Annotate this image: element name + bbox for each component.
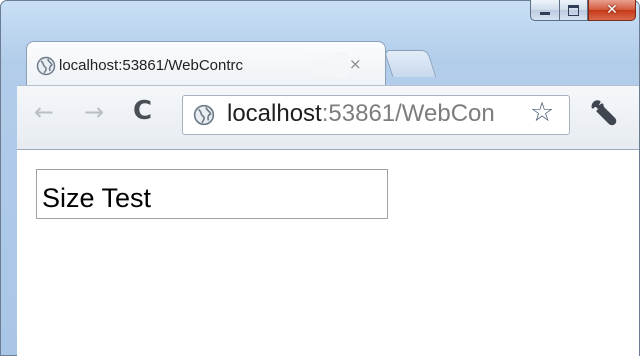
tab-close-icon[interactable]: × <box>349 55 362 73</box>
new-tab-button[interactable] <box>383 50 437 77</box>
maximize-button[interactable] <box>559 0 588 21</box>
forward-icon[interactable]: → <box>84 98 104 126</box>
close-window-button[interactable]: ✕ <box>588 0 636 21</box>
caption-buttons: ✕ <box>530 0 636 22</box>
globe-icon <box>36 56 56 76</box>
url-path: :53861/WebCon <box>321 100 495 127</box>
minimize-icon <box>540 11 550 15</box>
wrench-icon[interactable] <box>590 99 618 127</box>
back-icon[interactable]: ← <box>34 98 54 126</box>
size-test-input[interactable] <box>36 169 388 219</box>
maximize-icon <box>568 4 579 16</box>
tab-title: localhost:53861/WebContrc <box>59 57 243 74</box>
minimize-button[interactable] <box>530 0 559 21</box>
url-text[interactable]: localhost:53861/WebCon <box>227 100 527 128</box>
tab-title-fade <box>300 52 348 78</box>
url-host: localhost <box>227 100 322 127</box>
reload-icon[interactable]: C <box>133 96 152 126</box>
site-globe-icon <box>193 104 215 126</box>
bookmark-star-icon[interactable]: ☆ <box>530 97 554 128</box>
